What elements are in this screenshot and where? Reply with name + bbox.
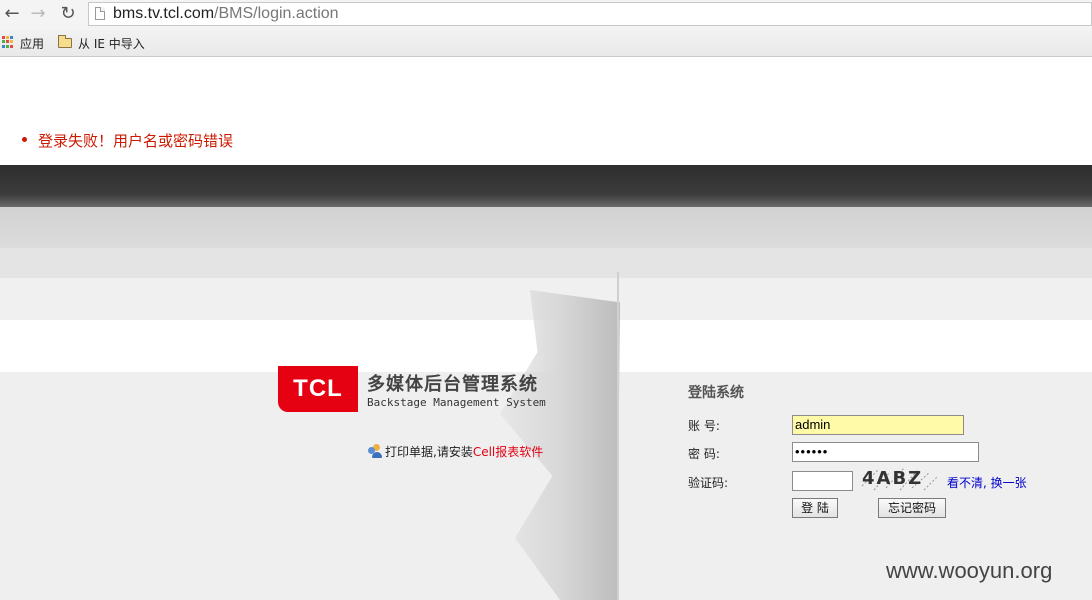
header-band — [0, 165, 1092, 207]
reload-icon[interactable]: ↻ — [58, 4, 78, 24]
password-label: 密 码: — [688, 447, 720, 461]
print-note-text: 打印单据,请安装 — [385, 445, 473, 459]
forgot-password-button[interactable]: 忘记密码 — [878, 498, 946, 518]
watermark: www.wooyun.org — [886, 558, 1053, 583]
forward-arrow-icon[interactable]: → — [28, 4, 48, 24]
username-label: 账 号: — [688, 419, 720, 433]
login-button[interactable]: 登 陆 — [792, 498, 838, 518]
logo-text: TCL — [293, 375, 343, 402]
browser-toolbar: ← → ↻ bms.tv.tcl.com/BMS/login.action — [0, 0, 1092, 30]
login-title: 登陆系统 — [688, 385, 744, 401]
url-path: /BMS/login.action — [214, 5, 339, 22]
folder-icon — [58, 35, 72, 48]
users-icon — [368, 444, 382, 458]
captcha-image[interactable]: 4ABZ — [860, 466, 940, 492]
address-bar[interactable]: bms.tv.tcl.com/BMS/login.action — [88, 2, 1092, 26]
apps-grid-icon[interactable] — [2, 36, 14, 48]
captcha-input[interactable] — [792, 471, 853, 491]
bookmark-import-ie[interactable]: 从 IE 中导入 — [78, 35, 145, 52]
url-text[interactable]: bms.tv.tcl.com/BMS/login.action — [113, 5, 339, 23]
bookmark-apps[interactable]: 应用 — [20, 35, 44, 52]
tcl-logo: TCL — [278, 366, 358, 412]
header-band-mid — [0, 207, 1092, 248]
system-subtitle: Backstage Management System — [367, 396, 546, 409]
back-arrow-icon[interactable]: ← — [2, 4, 22, 24]
captcha-text: 4ABZ — [862, 468, 924, 489]
error-text: 登录失败！用户名或密码错误 — [38, 132, 234, 150]
system-title: 多媒体后台管理系统 — [367, 374, 538, 395]
bookmarks-bar: 应用 从 IE 中导入 — [0, 30, 1092, 57]
print-note: 打印单据,请安装Cell报表软件 — [368, 443, 543, 460]
captcha-label: 验证码: — [688, 476, 729, 490]
password-input[interactable]: •••••• — [792, 442, 979, 462]
page-icon — [95, 7, 105, 20]
error-message: 登录失败！用户名或密码错误 — [22, 130, 233, 151]
bullet-icon — [22, 137, 27, 142]
refresh-captcha-link[interactable]: 看不清, 换一张 — [947, 474, 1027, 491]
url-host: bms.tv.tcl.com — [113, 5, 215, 22]
cell-report-link[interactable]: Cell报表软件 — [473, 445, 543, 459]
header-band-light — [0, 248, 1092, 278]
panel-divider — [617, 272, 619, 600]
username-input[interactable]: admin — [792, 415, 964, 435]
